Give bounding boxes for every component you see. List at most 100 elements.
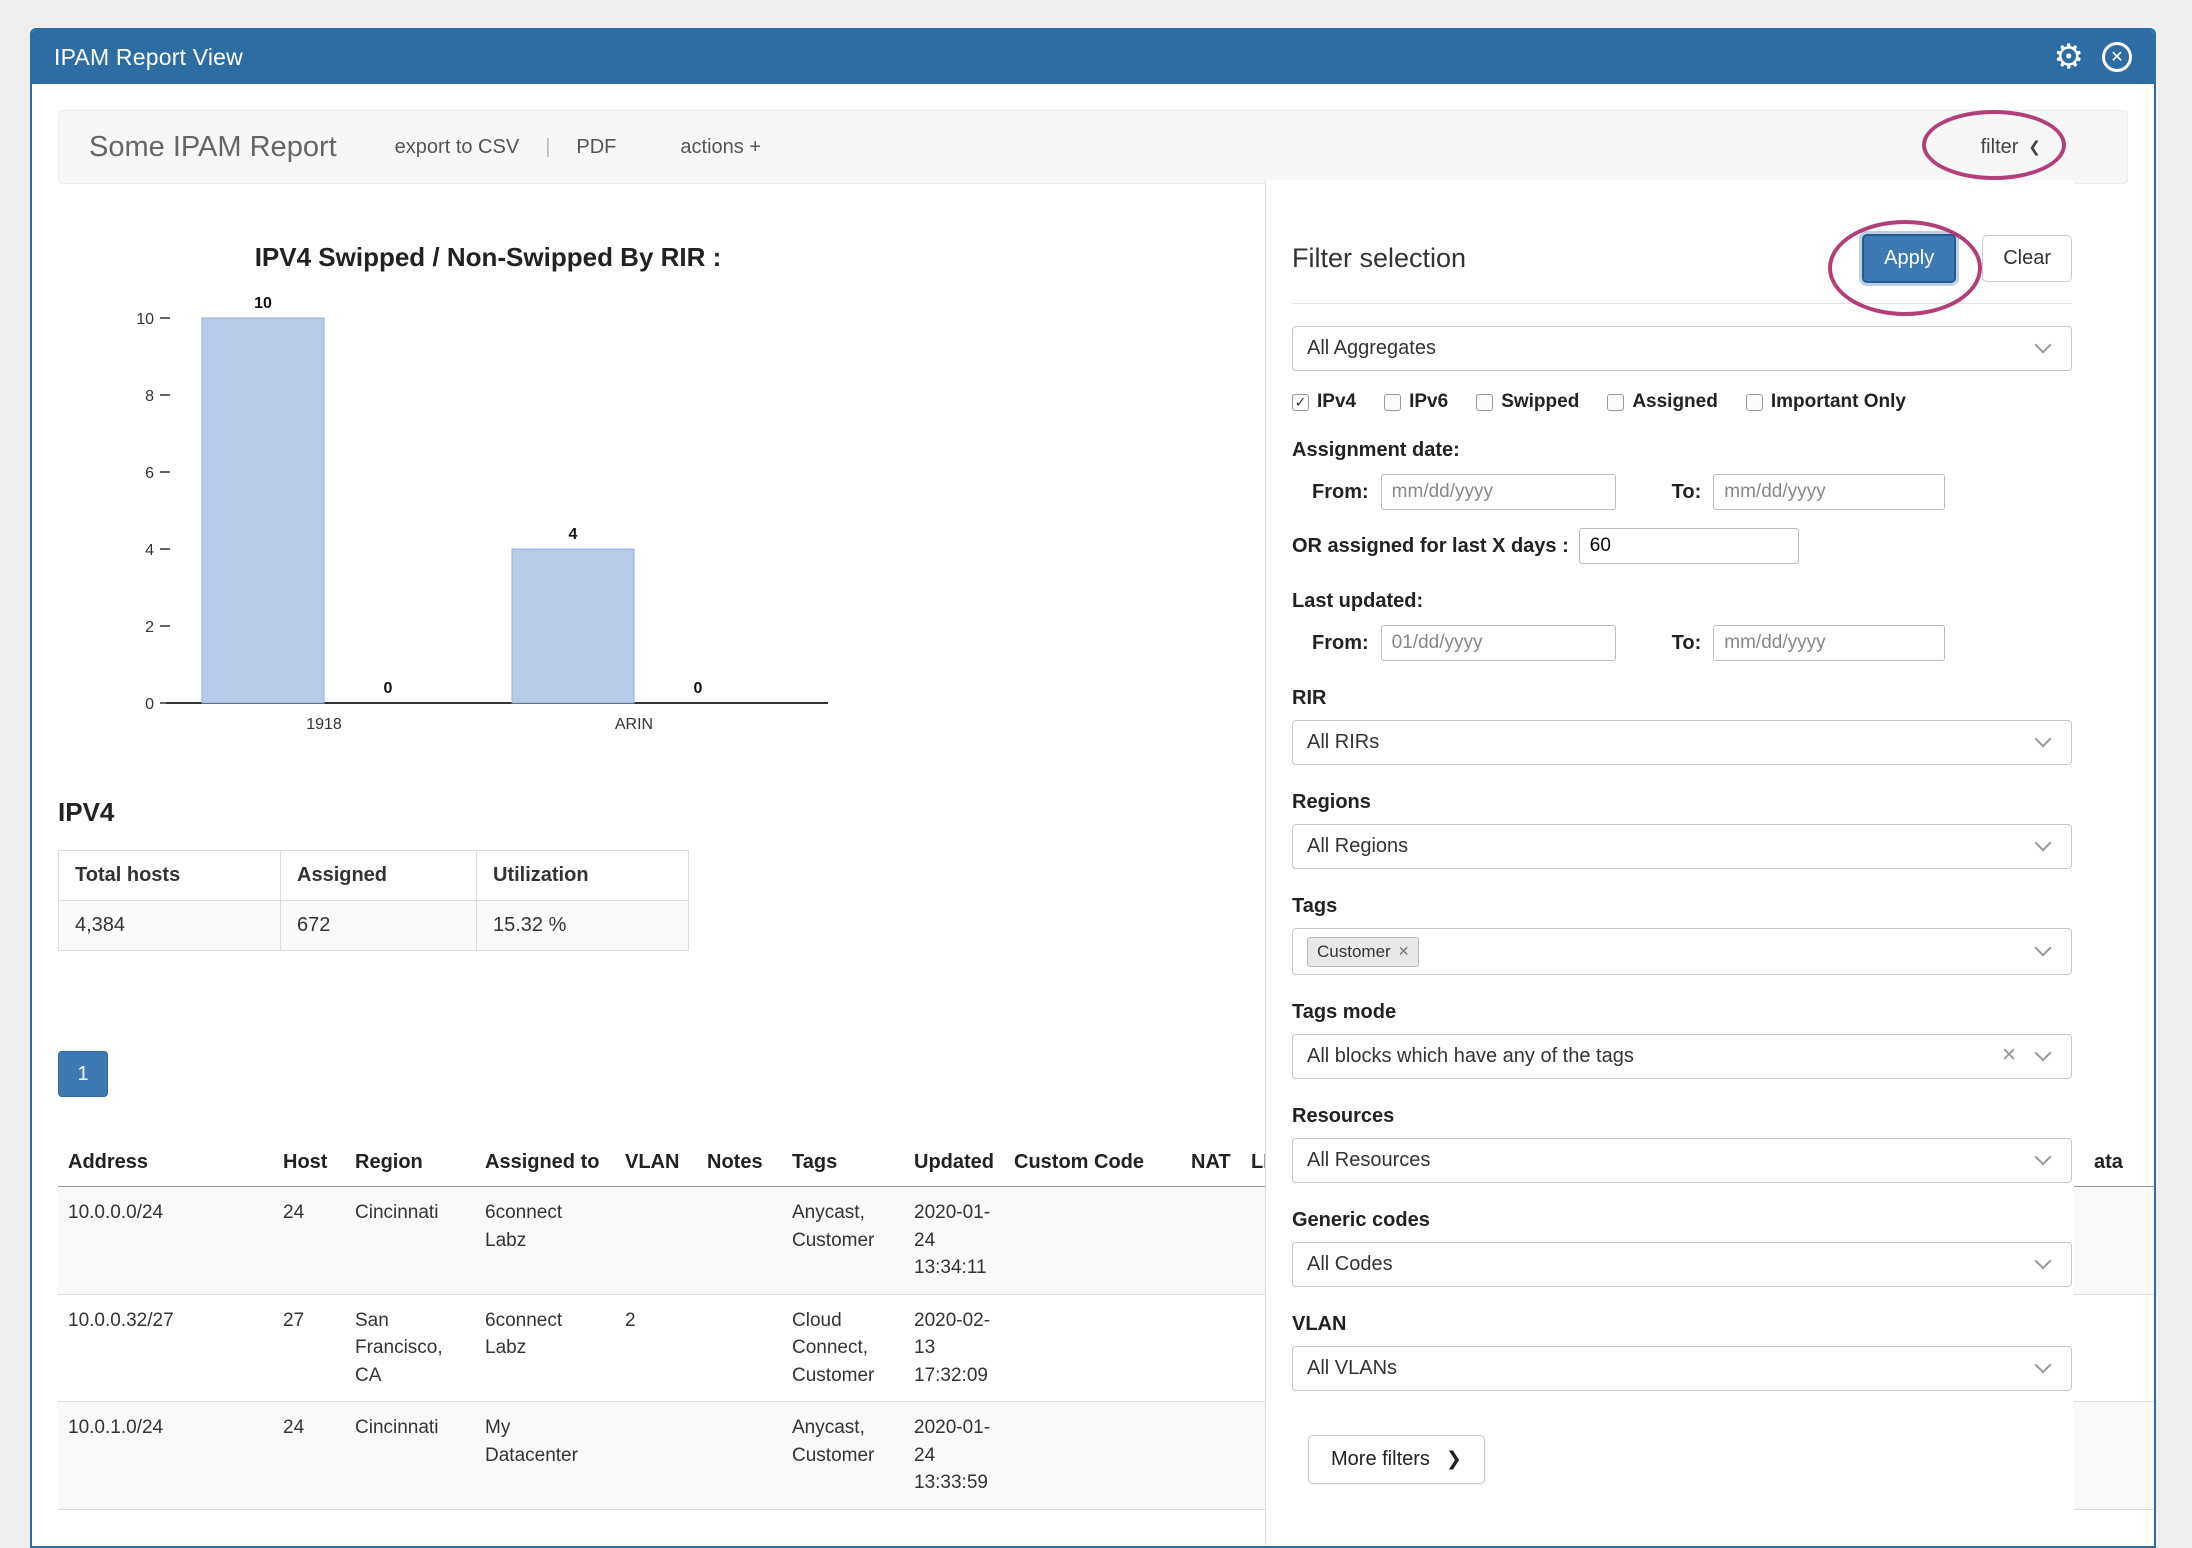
generic-codes-select[interactable]: All Codes [1292,1242,2072,1287]
tag-chip-customer[interactable]: Customer ✕ [1307,937,1419,967]
svg-text:8: 8 [145,388,154,405]
table-cell: 27 [273,1294,345,1402]
last-x-days-label: OR assigned for last X days : [1292,535,1569,558]
assignment-from-input[interactable] [1381,474,1616,510]
window-title: IPAM Report View [54,44,243,71]
chevron-down-icon [2035,336,2052,353]
filter-checkbox-important-only[interactable]: Important Only [1746,391,1906,413]
regions-select[interactable]: All Regions [1292,824,2072,869]
table-cell [615,1402,697,1510]
column-header: Updated [904,1139,1004,1187]
from-label: From: [1312,632,1369,655]
table-cell: 10.0.0.32/27 [58,1294,273,1402]
actions-menu[interactable]: actions + [680,136,761,159]
table-cell: 24 [273,1187,345,1295]
checkbox-label: IPv4 [1317,391,1356,413]
export-pdf-link[interactable]: PDF [576,136,616,159]
filter-selection-heading: Filter selection [1292,243,1862,274]
filter-checkbox-assigned[interactable]: Assigned [1607,391,1718,413]
assignment-date-label: Assignment date: [1292,439,2072,462]
table-cell [2084,1294,2154,1402]
chevron-left-icon: ❮ [2028,138,2041,156]
tags-mode-select[interactable]: All blocks which have any of the tags ✕ [1292,1034,2072,1079]
rir-label: RIR [1292,687,2072,710]
svg-text:10: 10 [136,311,154,328]
tags-mode-select-value: All blocks which have any of the tags [1307,1045,1634,1068]
column-header: ata [2084,1139,2154,1187]
table-cell: Cincinnati [345,1187,475,1295]
checkbox-box[interactable]: ✓ [1292,394,1309,411]
page-1-button[interactable]: 1 [58,1051,108,1097]
checkbox-label: Swipped [1501,391,1579,413]
filter-panel-header: Filter selection Apply Clear [1292,234,2072,283]
rir-select-value: All RIRs [1307,731,1379,754]
table-cell: 6connect Labz [475,1294,615,1402]
table-cell [697,1187,782,1295]
bar-chart: 0246810100191840ARIN [58,283,918,753]
tags-label: Tags [1292,895,2072,918]
filter-checkbox-ipv6[interactable]: IPv6 [1384,391,1448,413]
remove-tag-icon[interactable]: ✕ [1398,943,1410,960]
ipv4-summary-table: Total hosts Assigned Utilization 4,384 6… [58,850,689,951]
last-updated-label: Last updated: [1292,590,2072,613]
table-cell: Anycast, Customer [782,1402,904,1510]
checkbox-box[interactable] [1476,394,1493,411]
tags-select[interactable]: Customer ✕ [1292,928,2072,975]
updated-from-input[interactable] [1381,625,1616,661]
column-header: VLAN [615,1139,697,1187]
updated-to-input[interactable] [1713,625,1945,661]
ipam-report-window: IPAM Report View ⚙ ✕ Some IPAM Report ex… [30,28,2156,1548]
svg-text:ARIN: ARIN [615,716,653,733]
filter-toggle-label: filter [1981,136,2019,159]
chevron-right-icon: ❯ [1446,1448,1462,1471]
regions-select-value: All Regions [1307,835,1408,858]
svg-text:6: 6 [145,465,154,482]
regions-label: Regions [1292,791,2072,814]
to-label: To: [1672,481,1702,504]
vlan-select-value: All VLANs [1307,1357,1397,1380]
table-cell: Cincinnati [345,1402,475,1510]
more-filters-button[interactable]: More filters ❯ [1308,1435,1485,1484]
last-x-days-input[interactable] [1579,528,1799,564]
resources-select[interactable]: All Resources [1292,1138,2072,1183]
filter-checkbox-swipped[interactable]: Swipped [1476,391,1579,413]
more-filters-label: More filters [1331,1448,1430,1471]
table-cell [2084,1402,2154,1510]
gear-icon: ⚙ [2054,40,2084,74]
aggregates-select[interactable]: All Aggregates [1292,326,2072,371]
rir-select[interactable]: All RIRs [1292,720,2072,765]
chevron-down-icon [2035,1044,2052,1061]
filter-checkbox-row: ✓ IPv4 IPv6 Swipped Assigned Important Only [1292,391,2072,413]
filter-checkbox-ipv4[interactable]: ✓ IPv4 [1292,391,1356,413]
clear-button[interactable]: Clear [1982,235,2072,282]
assignment-to-input[interactable] [1713,474,1945,510]
settings-button[interactable]: ⚙ [2054,40,2084,74]
filter-toggle[interactable]: filter ❮ [1981,136,2041,159]
checkbox-box[interactable] [1607,394,1624,411]
tags-mode-label: Tags mode [1292,1001,2072,1024]
close-button[interactable]: ✕ [2102,42,2132,72]
checkbox-label: IPv6 [1409,391,1448,413]
column-header: Address [58,1139,273,1187]
column-header: Assigned to [475,1139,615,1187]
table-cell [1004,1402,1181,1510]
resources-select-value: All Resources [1307,1149,1430,1172]
table-cell: 6connect Labz [475,1187,615,1295]
svg-text:0: 0 [694,680,703,697]
resources-label: Resources [1292,1105,2072,1128]
table-cell [1004,1187,1181,1295]
table-cell: 2020-02-13 17:32:09 [904,1294,1004,1402]
svg-text:10: 10 [254,295,272,312]
svg-text:4: 4 [569,526,578,543]
column-header: NAT [1181,1139,1241,1187]
clear-selection-icon[interactable]: ✕ [2001,1044,2017,1067]
vlan-select[interactable]: All VLANs [1292,1346,2072,1391]
generic-codes-label: Generic codes [1292,1209,2072,1232]
column-header: Host [273,1139,345,1187]
checkbox-box[interactable] [1746,394,1763,411]
export-csv-link[interactable]: export to CSV [395,136,520,159]
apply-button[interactable]: Apply [1862,234,1956,283]
checkbox-label: Assigned [1632,391,1718,413]
filter-panel: Filter selection Apply Clear All Aggrega… [1265,180,2074,1546]
checkbox-box[interactable] [1384,394,1401,411]
